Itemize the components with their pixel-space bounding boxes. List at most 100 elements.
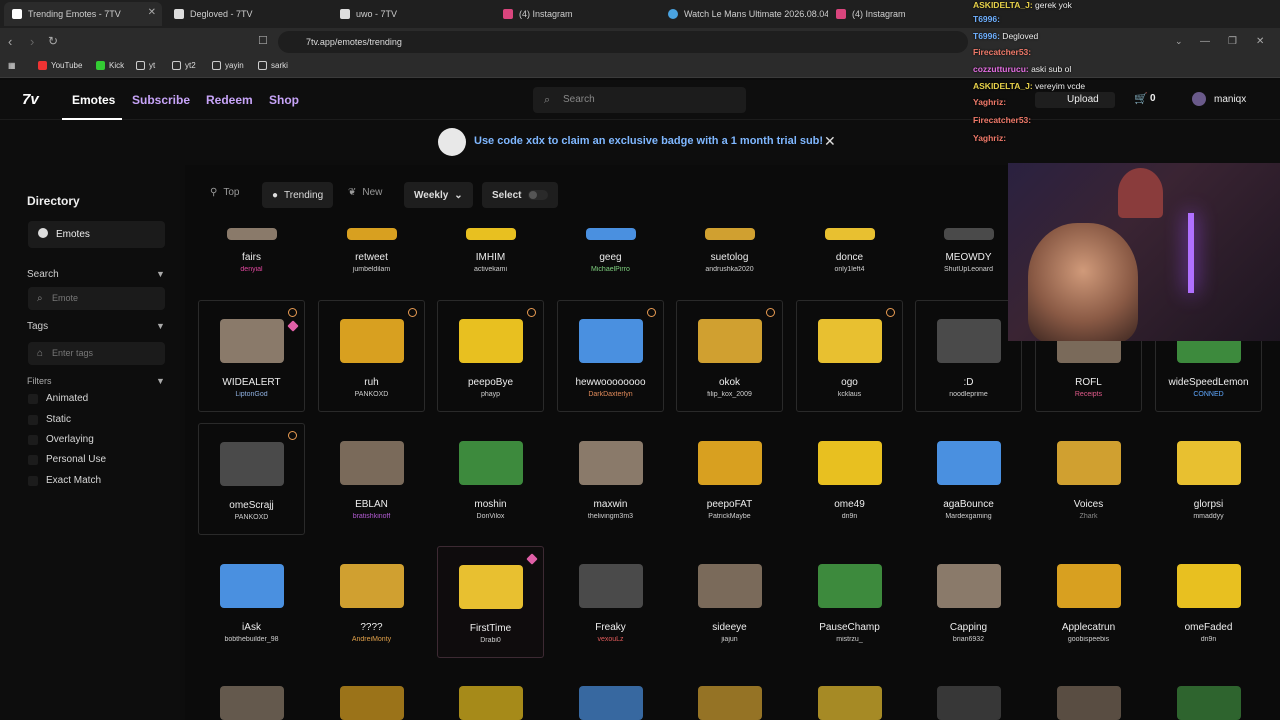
bookmark-folder-yt2[interactable]: yt2 xyxy=(172,61,196,70)
emote-card[interactable]: ome49 dn9n xyxy=(796,423,903,535)
emote-card[interactable]: Voices Zhark xyxy=(1035,423,1142,535)
emote-name: omeScrajj xyxy=(229,500,274,511)
banner-text[interactable]: Use code xdx to claim an exclusive badge… xyxy=(474,135,823,147)
emote-card[interactable]: ruh PANKOXD xyxy=(318,300,425,412)
checkbox[interactable] xyxy=(28,393,38,404)
emote-card[interactable]: WIDEALERT LiptonGod xyxy=(198,300,305,412)
close-icon[interactable]: ✕ xyxy=(148,7,156,18)
chevron-down-icon[interactable]: ▼ xyxy=(156,269,165,279)
emote-card[interactable]: maxwin thelivingm3m3 xyxy=(557,423,664,535)
bookmark-kick[interactable]: Kick xyxy=(96,61,124,70)
emote-card[interactable]: MEOWDY ShutUpLeonard xyxy=(915,228,1022,290)
filter-new[interactable]: ❦ New xyxy=(348,187,382,198)
emote-image xyxy=(579,686,643,720)
emote-card[interactable]: PauseChamp mistrzu_ xyxy=(796,546,903,658)
emote-card[interactable]: EBLAN bratishkinoff xyxy=(318,423,425,535)
tab-le-mans[interactable]: Watch Le Mans Ultimate 2026.08.04 xyxy=(660,2,828,26)
emote-card[interactable]: retweet jumbeldilam xyxy=(318,228,425,290)
chat-message: T6996: xyxy=(973,14,1000,24)
filter-exact-match[interactable]: Exact Match xyxy=(28,475,101,486)
period-dropdown[interactable]: Weekly ⌄ xyxy=(404,182,473,208)
emote-card[interactable]: peepoBye phayp xyxy=(437,300,544,412)
emote-card[interactable]: hewwoooooooo DarkDaxterlyn xyxy=(557,300,664,412)
chevron-down-icon[interactable]: ▼ xyxy=(156,376,165,386)
emote-name: ???? xyxy=(360,622,383,633)
bookmark-label: Kick xyxy=(109,61,125,70)
7tv-logo[interactable]: 7v xyxy=(22,91,39,108)
bookmark-youtube[interactable]: YouTube xyxy=(38,61,82,70)
emote-card[interactable]: glorpsi mmaddyy xyxy=(1155,423,1262,535)
tab-instagram[interactable]: (4) Instagram xyxy=(495,2,655,26)
emote-card[interactable]: iAsk bobthebuilder_98 xyxy=(198,546,305,658)
emote-card[interactable]: omeScrajj PANKOXD xyxy=(198,423,305,535)
bookmark-folder-sarki[interactable]: sarki xyxy=(258,61,288,70)
url-bar[interactable]: 7tv.app/emotes/trending xyxy=(278,31,968,53)
emote-card[interactable]: sideeye jiajun xyxy=(676,546,783,658)
filter-animated[interactable]: Animated xyxy=(28,393,88,404)
emote-owner: Zhark xyxy=(1079,513,1098,520)
toggle-switch[interactable] xyxy=(528,190,548,200)
select-toggle[interactable]: Select xyxy=(482,182,558,208)
close-icon[interactable]: ✕ xyxy=(824,133,836,150)
emote-name: donce xyxy=(835,252,864,263)
bookmark-icon[interactable]: ☐ xyxy=(258,34,268,47)
animated-badge-icon xyxy=(408,308,417,317)
nav-redeem[interactable]: Redeem xyxy=(206,93,253,107)
reload-icon[interactable]: ↻ xyxy=(48,34,58,48)
emote-card[interactable]: geeg MichaelPirro xyxy=(557,228,664,290)
bookmark-folder-yayin[interactable]: yayin xyxy=(212,61,244,70)
upload-button[interactable]: Upload xyxy=(1035,92,1115,108)
emote-card[interactable]: ???? AndreiMonty xyxy=(318,546,425,658)
search-input[interactable]: ⌕ Search xyxy=(533,87,746,113)
nav-shop[interactable]: Shop xyxy=(269,93,299,107)
apps-grid-icon[interactable]: ▦ xyxy=(8,61,16,70)
emote-card[interactable]: Freaky vexouLz xyxy=(557,546,664,658)
tags-input[interactable]: ⌂ Enter tags xyxy=(28,342,165,365)
emote-name: omeFaded xyxy=(1184,622,1233,633)
nav-subscribe[interactable]: Subscribe xyxy=(132,93,190,107)
checkbox[interactable] xyxy=(28,434,38,445)
emote-image xyxy=(220,686,284,720)
filter-personal-use[interactable]: Personal Use xyxy=(28,454,106,465)
emote-card[interactable]: donce only1left4 xyxy=(796,228,903,290)
emote-card[interactable]: Applecatrun goobispeebis xyxy=(1035,546,1142,658)
filter-static[interactable]: Static xyxy=(28,414,71,425)
avatar[interactable] xyxy=(1192,92,1206,106)
forward-icon[interactable]: › xyxy=(30,34,34,49)
emote-card[interactable]: peepoFAT PatrickMaybe xyxy=(676,423,783,535)
filter-overlaying[interactable]: Overlaying xyxy=(28,434,94,445)
checkbox[interactable] xyxy=(28,454,38,465)
emote-card[interactable]: okok filip_kox_2009 xyxy=(676,300,783,412)
emote-name: fairs xyxy=(242,252,261,263)
emote-card[interactable]: FirstTime Drabi0 xyxy=(437,546,544,658)
emote-card[interactable]: omeFaded dn9n xyxy=(1155,546,1262,658)
emote-card[interactable]: agaBounce Mardexgaming xyxy=(915,423,1022,535)
filter-trending[interactable]: ● Trending xyxy=(262,182,334,208)
sidebar-item-emotes[interactable]: Emotes xyxy=(28,221,165,248)
tab-uwo[interactable]: uwo - 7TV xyxy=(332,2,492,26)
bookmark-folder-yt[interactable]: yt xyxy=(136,61,155,70)
emote-card[interactable]: Capping brian6932 xyxy=(915,546,1022,658)
emote-owner: bratishkinoff xyxy=(352,513,391,520)
cart-icon[interactable]: 🛒 xyxy=(1134,92,1148,105)
back-icon[interactable]: ‹ xyxy=(8,34,12,49)
emote-owner: only1left4 xyxy=(834,266,865,273)
tab-degloved[interactable]: Degloved - 7TV xyxy=(166,2,326,26)
emote-search-input[interactable]: ⌕ Emote xyxy=(28,287,165,310)
tab-trending-emotes[interactable]: Trending Emotes - 7TV ✕ xyxy=(4,2,162,26)
emote-card[interactable]: suetolog andrushka2020 xyxy=(676,228,783,290)
emote-card[interactable]: ogo kcklaus xyxy=(796,300,903,412)
checkbox[interactable] xyxy=(28,475,38,486)
tab-instagram-2[interactable]: (4) Instagram xyxy=(828,2,968,26)
emote-card[interactable]: fairs denyial xyxy=(198,228,305,290)
emote-card[interactable]: :D noodleprime xyxy=(915,300,1022,412)
emote-card[interactable]: IMHIM activekami xyxy=(437,228,544,290)
nav-emotes[interactable]: Emotes xyxy=(72,93,115,107)
emote-card[interactable]: moshin DonVilox xyxy=(437,423,544,535)
emote-owner: PANKOXD xyxy=(234,514,269,521)
username[interactable]: maniqx xyxy=(1214,94,1246,105)
chevron-down-icon: ⌄ xyxy=(454,189,463,201)
checkbox[interactable] xyxy=(28,414,38,425)
chevron-down-icon[interactable]: ▼ xyxy=(156,321,165,331)
filter-top[interactable]: ⚲ Top xyxy=(210,187,239,198)
